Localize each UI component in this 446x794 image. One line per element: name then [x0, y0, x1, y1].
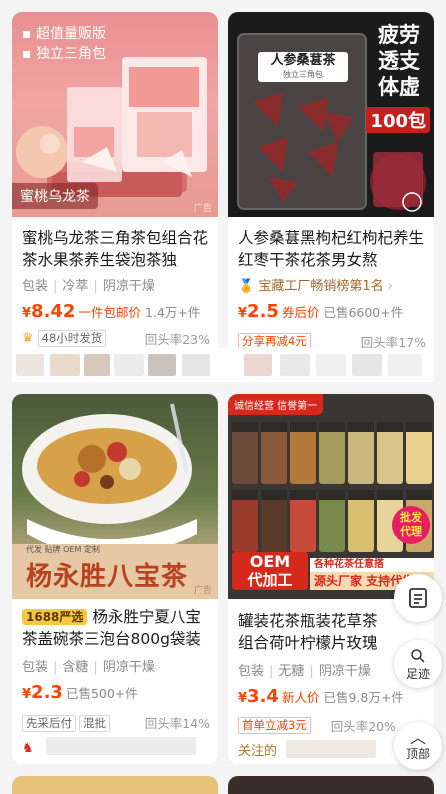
price-row: ¥2.3 已售500+件 [22, 682, 138, 703]
promo-text: 券后价 [281, 305, 320, 320]
promo-text: 一件包邮价 [78, 305, 141, 320]
image-title: 人参桑葚茶 独立三角包 [258, 52, 348, 82]
strict-selection-tag: 1688严选 [22, 609, 88, 625]
chevron-right-icon: › [387, 279, 393, 294]
price: 2.5 [247, 301, 279, 322]
repeat-rate: 回头率20% [330, 719, 396, 734]
product-card-babao-tea[interactable]: 代发 贴牌 OEM 定制 杨永胜八宝茶 广告 1688严选 杨永胜宁夏八宝茶盖碗… [12, 394, 218, 764]
medal-icon: 🏅 [238, 279, 255, 294]
sold-count: 已售500+件 [65, 686, 138, 701]
sold-count: 已售9.8万+件 [323, 690, 404, 705]
magnifier-footprint-icon [411, 648, 425, 663]
product-title[interactable]: 罐装花茶瓶装花草茶组合荷叶柠檬片玫瑰花金银花 [238, 610, 390, 654]
service-badge: 先采后付 [22, 715, 76, 732]
product-card-partial[interactable] [12, 776, 218, 794]
product-image[interactable]: ▪ 超值量贩版 ▪ 独立三角包 蜜桃乌龙茶 广告 [12, 12, 218, 217]
first-order-badge: 首单立减3元 [238, 717, 311, 734]
service-badge: 48小时发货 [37, 330, 107, 347]
shop-logo-icon: ♞ [22, 741, 34, 756]
ad-mark: 广告 [193, 204, 212, 214]
product-card-partial[interactable] [228, 776, 434, 794]
product-title[interactable]: 人参桑葚黑枸杞红枸杞养生红枣干茶花茶男女熬 [238, 227, 426, 271]
image-tag-line: ▪ 独立三角包 [22, 46, 106, 62]
image-count: 100包 [366, 107, 430, 133]
repeat-rate: 回头率14% [144, 715, 210, 731]
product-title[interactable]: 1688严选 杨永胜宁夏八宝茶盖碗茶三泡台800g袋装 [22, 606, 210, 652]
price: 3.4 [247, 686, 279, 707]
image-corner-badge: 批发 代理 [392, 506, 430, 544]
image-label: 杨永胜八宝茶 [26, 562, 189, 592]
shop-row-blurred: ♞ [22, 737, 212, 757]
sold-count: 已售6600+件 [323, 305, 404, 320]
shop-strip-blurred [12, 348, 434, 382]
repeat-rate: 回头率23% [144, 332, 210, 347]
back-to-top-button[interactable]: ︿ 顶部 [394, 722, 442, 770]
ranking-row[interactable]: 🏅 宝藏工厂畅销榜第1名 › [238, 275, 393, 294]
price: 8.42 [31, 301, 76, 322]
price-row: ¥3.4 新人价 已售9.8万+件 [238, 686, 404, 707]
price-row: ¥8.42 一件包邮价 1.4万+件 [22, 301, 201, 322]
ad-mark: 广告 [193, 586, 212, 596]
comparison-list-button[interactable] [394, 574, 442, 622]
service-badge: 混批 [79, 715, 110, 732]
sold-count: 1.4万+件 [144, 305, 201, 320]
product-title[interactable]: 蜜桃乌龙茶三角茶包组合花茶水果茶养生袋泡茶独 [22, 227, 210, 271]
image-side-text: 疲劳 透支 体虚 [378, 23, 420, 99]
crown-icon: ♛ [22, 331, 34, 346]
image-tag-line: ▪ 超值量贩版 [22, 26, 106, 42]
price: 2.3 [31, 682, 63, 703]
product-image[interactable]: 代发 贴牌 OEM 定制 杨永胜八宝茶 广告 [12, 394, 218, 599]
product-card-peach-oolong[interactable]: ▪ 超值量贩版 ▪ 独立三角包 蜜桃乌龙茶 广告 蜜桃乌龙茶三角茶包组合花茶水果… [12, 12, 218, 357]
product-card-ginseng-mulberry[interactable]: 人参桑葚茶 独立三角包 疲劳 透支 体虚 100包 人参桑葚黑枸杞红枸杞养生红枣… [228, 12, 434, 357]
product-feed: ▪ 超值量贩版 ▪ 独立三角包 蜜桃乌龙茶 广告 蜜桃乌龙茶三角茶包组合花茶水果… [0, 0, 446, 794]
image-overlay-tags: 代发 贴牌 OEM 定制 [26, 545, 100, 554]
product-tags: 包装 | 冷萃 | 阴凉干燥 [22, 279, 155, 294]
price-row: ¥2.5 券后价 已售6600+件 [238, 301, 404, 322]
chevron-up-icon: ︿ [409, 727, 426, 747]
product-tags: 包装 | 无糖 | 阴凉干燥 [238, 664, 371, 679]
product-tags: 包装 | 含糖 | 阴凉干燥 [22, 660, 155, 675]
badge-row: 先采后付 混批 回头率14% [22, 712, 210, 732]
list-doc-icon [409, 588, 427, 608]
image-label: 蜜桃乌龙茶 [12, 183, 98, 209]
product-image[interactable]: 人参桑葚茶 独立三角包 疲劳 透支 体虚 100包 [228, 12, 434, 217]
badge-row: ♛ 48小时发货 回头率23% [22, 329, 210, 348]
oem-block: OEM 代加工 [232, 552, 308, 590]
promo-text: 新人价 [281, 690, 320, 705]
product-image[interactable]: 诚信经营 信誉第一 批发 代理 OEM 代加工 各种花茶任意搭 源头厂家 支持代… [228, 394, 434, 599]
footprint-button[interactable]: 足迹 [394, 640, 442, 688]
